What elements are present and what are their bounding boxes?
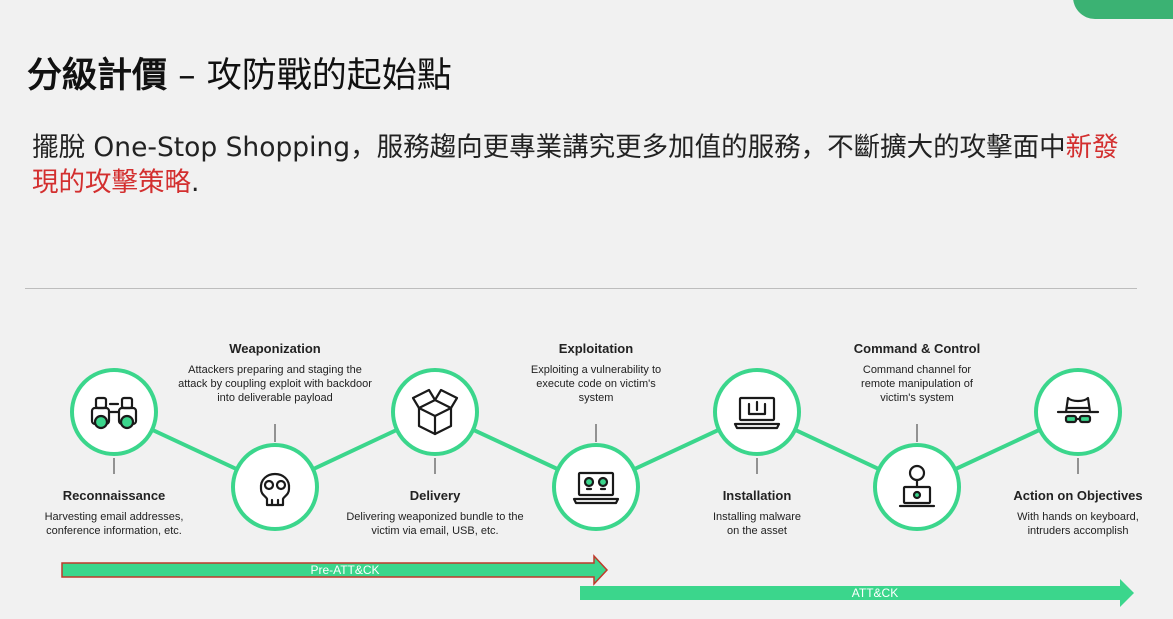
stage-name: Installation: [722, 488, 792, 503]
stage-name: Action on Objectives: [1013, 488, 1143, 503]
stage-name: Reconnaissance: [62, 488, 166, 503]
stage-desc: Command channel for remote manipulation …: [861, 364, 973, 404]
stage-command-control: Command & Control Command channel for re…: [787, 341, 1047, 405]
attck-label: ATT&CK: [851, 586, 899, 600]
stage-exploitation: Exploitation Exploiting a vulnerability …: [466, 341, 726, 405]
stage-desc: Installing malware on the asset: [712, 511, 802, 537]
stage-desc: Exploiting a vulnerability to execute co…: [530, 364, 662, 404]
stage-weaponization: Weaponization Attackers preparing and st…: [145, 341, 405, 405]
stage-installation: Installation Installing malware on the a…: [627, 488, 887, 538]
stage-desc: Harvesting email addresses, conference i…: [44, 511, 184, 537]
stage-circle: [391, 368, 479, 456]
stage-delivery: Delivery Delivering weaponized bundle to…: [305, 488, 565, 538]
stage-desc: Attackers preparing and staging the atta…: [178, 364, 372, 404]
stage-name: Command & Control: [853, 341, 981, 356]
stage-name: Delivery: [409, 488, 461, 503]
stage-action-on-objectives: Action on Objectives With hands on keybo…: [988, 488, 1168, 538]
stage-desc: With hands on keyboard, intruders accomp…: [1017, 511, 1139, 537]
stage-desc: Delivering weaponized bundle to the vict…: [346, 511, 524, 537]
stage-name: Weaponization: [229, 341, 321, 356]
pre-attck-label: Pre-ATT&CK: [310, 563, 380, 577]
stage-name: Exploitation: [558, 341, 634, 356]
stage-reconnaissance: Reconnaissance Harvesting email addresse…: [0, 488, 244, 538]
stage-circle: [552, 443, 640, 531]
